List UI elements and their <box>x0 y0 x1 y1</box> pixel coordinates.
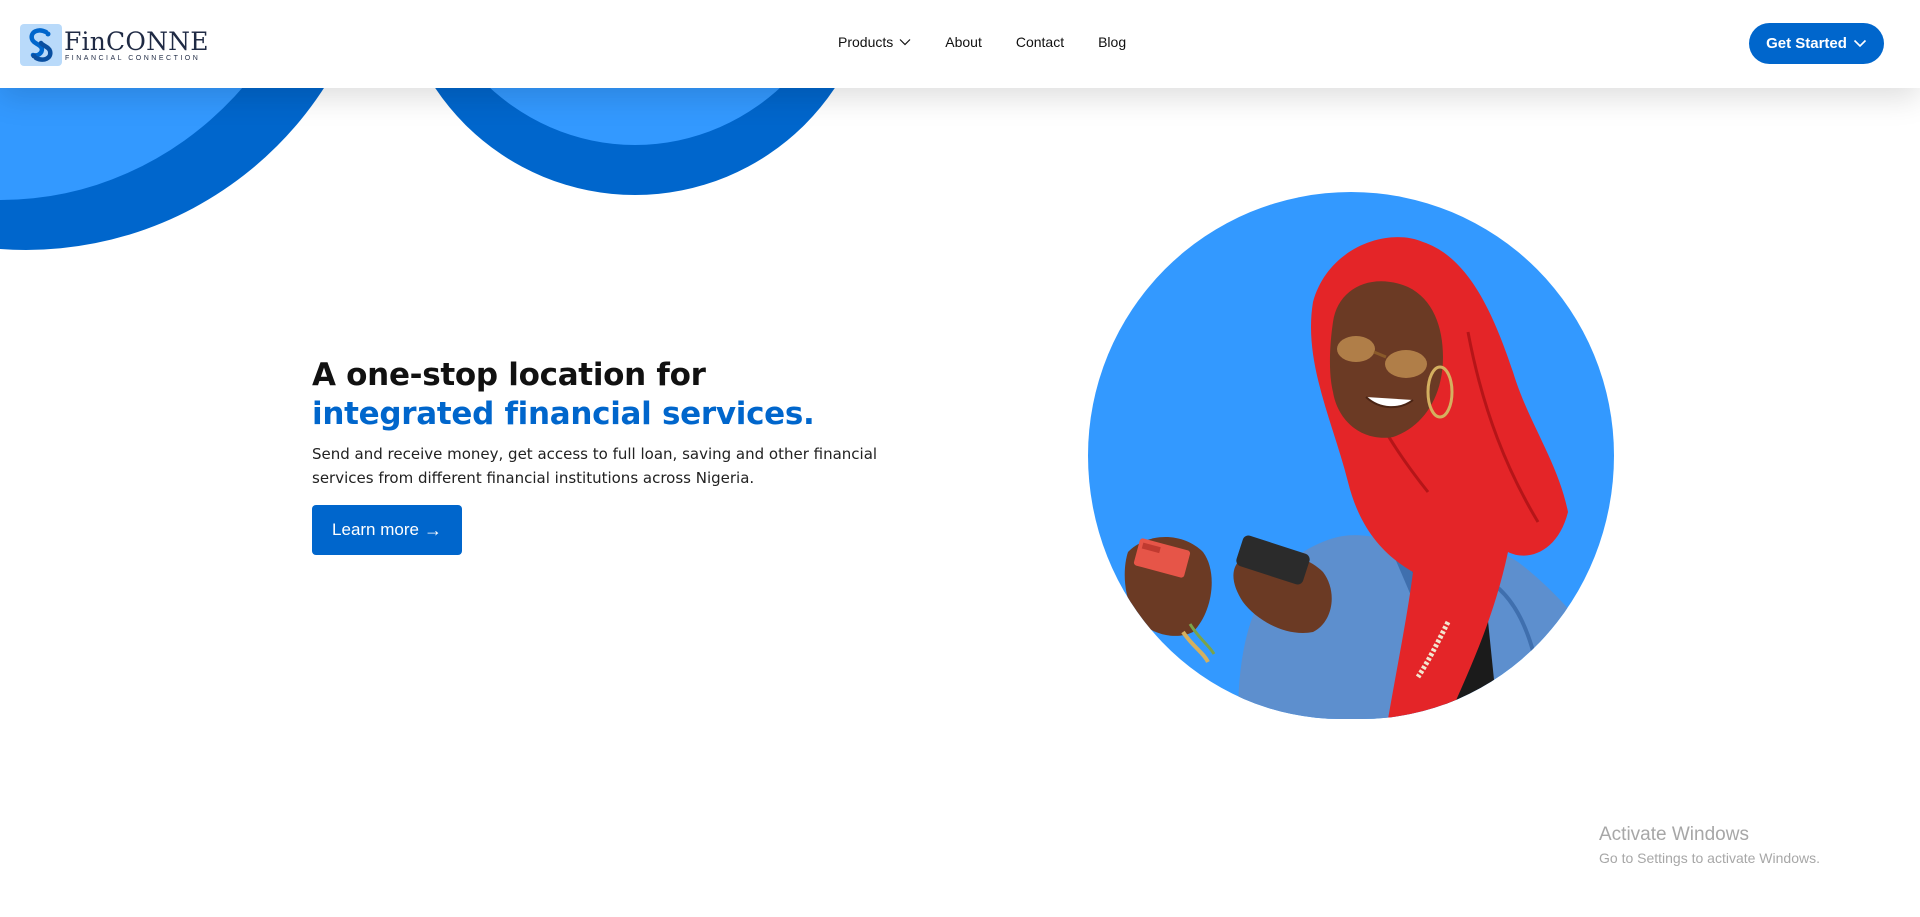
learn-more-label: Learn more <box>332 520 419 539</box>
nav-item-contact[interactable]: Contact <box>1016 34 1064 50</box>
watermark-subtitle: Go to Settings to activate Windows. <box>1599 850 1820 866</box>
brand-name: FinCONNE <box>64 26 209 56</box>
watermark-title: Activate Windows <box>1599 824 1749 845</box>
nav-item-label: Products <box>838 34 894 50</box>
hero-title-line1: A one-stop location for <box>312 357 706 393</box>
nav-item-blog[interactable]: Blog <box>1098 34 1126 50</box>
nav-item-label: Contact <box>1015 34 1065 50</box>
hero-description: Send and receive money, get access to fu… <box>312 445 878 487</box>
main-nav: Products About Contact Blog <box>838 34 1160 50</box>
arrow-right-icon: → <box>423 519 442 540</box>
hero-title-accent: integrated financial services. <box>312 396 815 432</box>
get-started-label: Get Started <box>1766 35 1847 52</box>
get-started-button[interactable]: Get Started <box>1749 23 1884 64</box>
site-header: FinCONNE FINANCIAL CONNECTION Products A… <box>0 0 1920 88</box>
nav-item-label: Blog <box>1098 34 1127 50</box>
page: FinCONNE FINANCIAL CONNECTION Products A… <box>0 0 1920 917</box>
chain-link-icon <box>20 24 62 66</box>
brand-tagline: FINANCIAL CONNECTION <box>65 54 201 62</box>
nav-item-about[interactable]: About <box>945 34 982 50</box>
activate-windows-watermark: Activate Windows Go to Settings to activ… <box>1599 824 1820 866</box>
brand-logo[interactable]: FinCONNE FINANCIAL CONNECTION <box>20 24 209 66</box>
learn-more-button[interactable]: Learn more → <box>312 505 462 555</box>
chevron-down-icon <box>1853 39 1866 48</box>
nav-item-products[interactable]: Products <box>838 34 911 50</box>
nav-item-label: About <box>945 34 982 50</box>
chevron-down-icon <box>899 39 911 46</box>
hero-title: A one-stop location for integrated finan… <box>312 356 815 434</box>
hero-image <box>1088 192 1614 719</box>
